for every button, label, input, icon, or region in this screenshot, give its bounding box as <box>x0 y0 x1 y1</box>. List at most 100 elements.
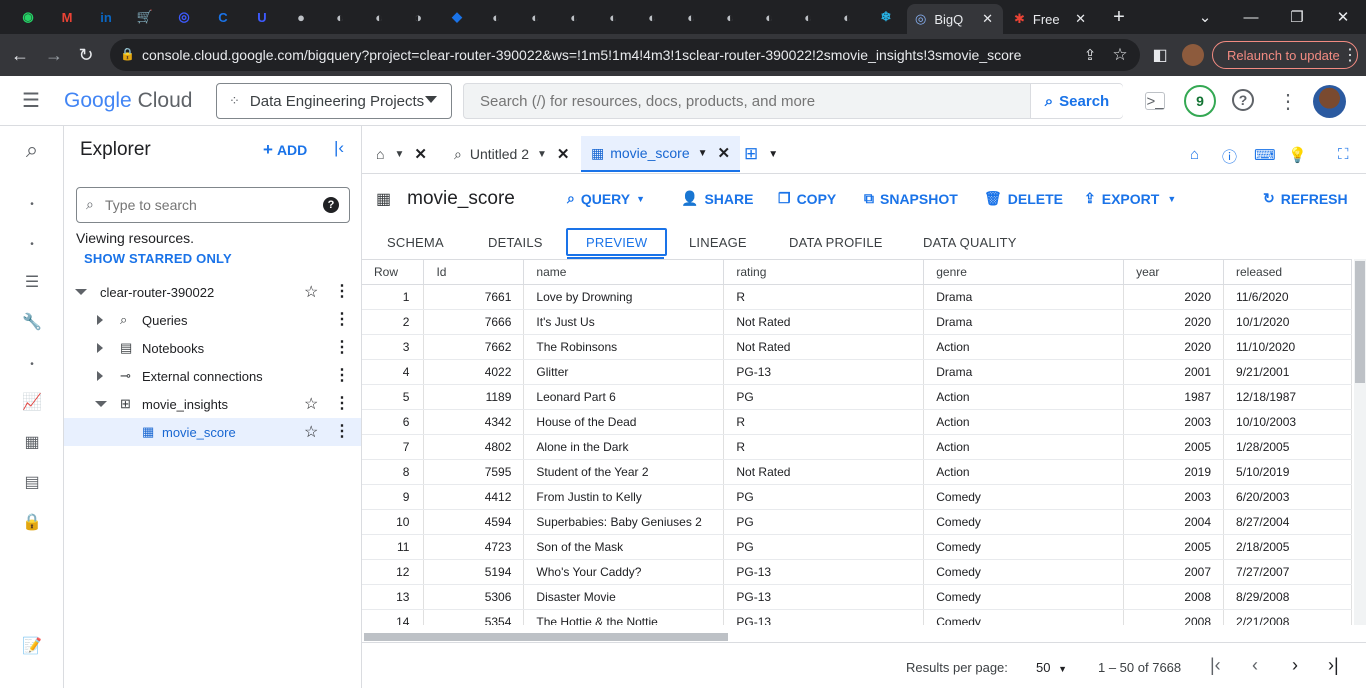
more-actions-icon[interactable]: ⋮ <box>334 421 350 441</box>
more-actions-icon[interactable]: ⋮ <box>334 337 350 357</box>
minimize-icon[interactable]: — <box>1228 0 1274 34</box>
table-row[interactable]: 6 4342 House of the Dead R Action 2003 10/10/2… <box>362 409 1352 435</box>
tree-item-project[interactable]: clear-router-390022 ☆ ⋮ <box>64 278 361 306</box>
table-row[interactable]: 14 5354 The Hottie & the Nottie PG-13 Comedy… <box>362 609 1352 625</box>
globe-tab-icon[interactable]: ◐ <box>329 6 351 28</box>
profile-avatar[interactable] <box>1182 44 1204 66</box>
lock-icon[interactable]: 🔒 <box>22 512 42 532</box>
column-header[interactable]: name <box>523 260 725 285</box>
notifications-badge[interactable]: 9 <box>1184 85 1216 117</box>
globe-tab-icon[interactable]: ◐ <box>563 6 585 28</box>
globe-tab-icon[interactable]: ◐ <box>797 6 819 28</box>
cloud-shell-icon[interactable]: >_ <box>1145 92 1165 110</box>
column-header[interactable]: rating <box>723 260 925 285</box>
scroll-thumb[interactable] <box>364 633 728 641</box>
star-icon[interactable]: ☆ <box>304 394 318 414</box>
tree-item-dataset[interactable]: ⊞ movie_insights ☆ ⋮ <box>64 390 361 418</box>
delete-button[interactable]: 🗑 DELETE <box>984 190 1063 207</box>
tab-icon-4[interactable]: ◎ <box>173 6 195 28</box>
results-per-page-select[interactable]: 50 ▼ <box>1036 660 1067 675</box>
help-icon[interactable]: ? <box>1232 89 1254 111</box>
tab-untitled-2[interactable]: ⌕ Untitled 2 ▼ ✕ <box>454 136 569 172</box>
next-page-icon[interactable]: › <box>1292 655 1298 676</box>
globe-tab-icon[interactable]: ◐ <box>524 6 546 28</box>
browser-tab-free[interactable]: ✱ Free ✕ <box>1008 4 1100 34</box>
search-button[interactable]: ⌕ Search <box>1030 84 1123 118</box>
hamburger-menu-icon[interactable]: ☰ <box>22 90 44 112</box>
share-button[interactable]: 👤 SHARE <box>681 190 753 207</box>
tab-home[interactable]: ⌂ ▼ ✕ <box>376 136 427 172</box>
expand-arrow-icon[interactable] <box>97 343 103 353</box>
info-icon[interactable]: ⓘ <box>1222 146 1237 167</box>
table-row[interactable]: 12 5194 Who's Your Caddy? PG-13 Comedy 2007 7/… <box>362 559 1352 585</box>
globe-tab-icon[interactable]: ◐ <box>758 6 780 28</box>
nav-dot-icon[interactable]: • <box>22 194 42 214</box>
tab-search-chevron-icon[interactable]: ⌄ <box>1182 0 1228 34</box>
wrench-icon[interactable]: 🔧 <box>22 312 42 332</box>
horizontal-scrollbar[interactable] <box>362 632 1352 642</box>
globe-tab-icon[interactable]: ◐ <box>602 6 624 28</box>
side-panel-icon[interactable]: ◧ <box>1148 43 1172 67</box>
chevron-down-icon[interactable]: ▼ <box>768 149 778 160</box>
table-row[interactable]: 13 5306 Disaster Movie PG-13 Comedy 2008 8/29/… <box>362 584 1352 610</box>
column-header[interactable]: year <box>1123 260 1225 285</box>
chevron-down-icon[interactable]: ▼ <box>698 148 708 159</box>
github-tab-icon[interactable]: ● <box>290 6 312 28</box>
close-icon[interactable]: ✕ <box>718 144 731 162</box>
table-row[interactable]: 9 4412 From Justin to Kelly PG Comedy 2003 6/2… <box>362 484 1352 510</box>
column-header[interactable]: genre <box>923 260 1125 285</box>
forward-icon[interactable]: → <box>42 43 66 67</box>
lightbulb-icon[interactable]: 💡 <box>1288 146 1307 164</box>
table-row[interactable]: 11 4723 Son of the Mask PG Comedy 2005 2/18/20… <box>362 534 1352 560</box>
globe-tab-icon[interactable]: ◐ <box>485 6 507 28</box>
tab-details[interactable]: DETAILS <box>488 228 543 256</box>
more-actions-icon[interactable]: ⋮ <box>334 281 350 301</box>
close-icon[interactable]: ✕ <box>414 145 427 163</box>
keyboard-icon[interactable]: ⌨ <box>1254 146 1276 164</box>
refresh-button[interactable]: ↻ REFRESH <box>1263 190 1348 207</box>
globe-tab-icon[interactable]: ◐ <box>719 6 741 28</box>
last-page-icon[interactable]: ›| <box>1328 655 1339 676</box>
previous-page-icon[interactable]: ‹ <box>1252 655 1258 676</box>
tab-schema[interactable]: SCHEMA <box>387 228 444 256</box>
dashboard-icon[interactable]: ▦ <box>22 432 42 452</box>
menu-kebab-icon[interactable]: ⋮ <box>1338 43 1362 67</box>
chevron-down-icon[interactable]: ▼ <box>394 149 404 160</box>
globe-tab-icon[interactable]: ◐ <box>680 6 702 28</box>
table-row[interactable]: 7 4802 Alone in the Dark R Action 2005 1/28/20… <box>362 434 1352 460</box>
google-cloud-logo[interactable]: Google Cloud <box>64 89 192 113</box>
tab-icon-9[interactable]: ◑ <box>407 6 429 28</box>
table-row[interactable]: 1 7661 Love by Drowning R Drama 2020 11/6/2020 <box>362 284 1352 310</box>
add-button[interactable]: + ADD <box>263 140 307 160</box>
reload-icon[interactable]: ↻ <box>74 43 98 67</box>
more-actions-icon[interactable]: ⋮ <box>334 393 350 413</box>
settings-kebab-icon[interactable]: ⋮ <box>1276 89 1300 113</box>
export-button[interactable]: ⇪ EXPORT ▼ <box>1084 190 1176 207</box>
first-page-icon[interactable]: |‹ <box>1210 655 1221 676</box>
column-header[interactable]: Id <box>423 260 525 285</box>
close-icon[interactable]: ✕ <box>557 145 570 163</box>
nav-dot-icon[interactable]: • <box>22 354 42 374</box>
expand-arrow-icon[interactable] <box>97 371 103 381</box>
column-header[interactable]: Row <box>362 260 425 285</box>
query-button[interactable]: ⌕ QUERY ▼ <box>567 190 645 207</box>
tab-lineage[interactable]: LINEAGE <box>689 228 747 256</box>
browser-tab-bigquery[interactable]: ◎ BigQ ✕ <box>907 4 1003 34</box>
snowflake-tab-icon[interactable]: ❄ <box>875 6 897 28</box>
close-window-icon[interactable]: ✕ <box>1320 0 1366 34</box>
table-row[interactable]: 10 4594 Superbabies: Baby Geniuses 2 PG Come… <box>362 509 1352 535</box>
explorer-search-input[interactable] <box>105 188 315 222</box>
restore-icon[interactable]: ❐ <box>1274 0 1320 34</box>
list-icon[interactable]: ☰ <box>22 272 42 292</box>
column-header[interactable]: released <box>1223 260 1352 285</box>
bigquery-logo-icon[interactable]: ⌕ <box>18 136 46 164</box>
analytics-icon[interactable]: 📈 <box>22 392 42 412</box>
table-row[interactable]: 8 7595 Student of the Year 2 Not Rated Actio… <box>362 459 1352 485</box>
tab-icon-5[interactable]: C <box>212 6 234 28</box>
tab-icon-6[interactable]: U <box>251 6 273 28</box>
nav-dot-icon[interactable]: • <box>22 234 42 254</box>
expand-arrow-icon[interactable] <box>75 289 87 295</box>
release-notes-icon[interactable]: 📝 <box>22 636 42 656</box>
copy-button[interactable]: ❐ COPY <box>778 190 836 207</box>
gmail-tab-icon[interactable]: M <box>56 6 78 28</box>
